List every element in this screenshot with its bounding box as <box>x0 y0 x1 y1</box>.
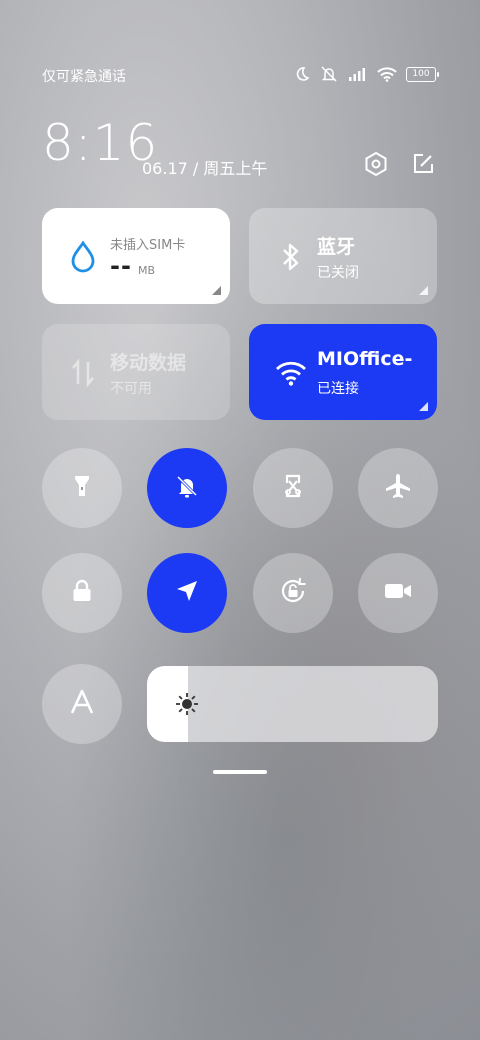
wifi-status-icon <box>377 66 397 82</box>
mobile-data-icon <box>68 356 98 390</box>
video-camera-icon <box>382 576 414 610</box>
bluetooth-status: 已关闭 <box>317 265 359 281</box>
screen-recorder-toggle[interactable] <box>358 553 438 633</box>
wifi-status: 已连接 <box>317 381 359 397</box>
mute-toggle[interactable] <box>147 448 227 528</box>
bluetooth-title: 蓝牙 <box>317 236 356 258</box>
water-drop-icon <box>68 240 98 274</box>
data-usage-unit: MB <box>138 264 156 277</box>
signal-icon <box>348 67 368 81</box>
carrier-text: 仅可紧急通话 <box>42 69 126 85</box>
data-usage-tile[interactable]: 未插入SIM卡 -- MB <box>42 208 230 304</box>
panel-handle[interactable] <box>213 770 267 774</box>
battery-icon: 100 <box>406 66 439 82</box>
auto-brightness-toggle[interactable] <box>42 664 122 744</box>
wifi-tile[interactable]: MIOffice- 已连接 <box>249 324 437 420</box>
status-bar: 仅可紧急通话 100 <box>0 62 480 90</box>
airplane-icon <box>383 471 413 505</box>
lock-screen-toggle[interactable] <box>42 553 122 633</box>
expand-corner-icon <box>212 286 221 295</box>
mobile-data-status: 不可用 <box>110 381 152 397</box>
status-icons: 100 <box>294 66 439 82</box>
wifi-icon <box>275 356 306 390</box>
airplane-mode-toggle[interactable] <box>358 448 438 528</box>
edit-icon[interactable] <box>409 150 437 178</box>
bluetooth-tile[interactable]: 蓝牙 已关闭 <box>249 208 437 304</box>
location-arrow-icon <box>172 576 202 610</box>
expand-corner-icon <box>419 402 428 411</box>
mobile-data-title: 移动数据 <box>110 352 187 374</box>
brightness-slider[interactable] <box>147 666 438 742</box>
flashlight-icon <box>67 471 97 505</box>
settings-icon[interactable] <box>362 150 390 178</box>
bell-off-icon <box>172 471 202 505</box>
sim-status-label: 未插入SIM卡 <box>110 238 186 253</box>
sun-icon <box>175 692 199 716</box>
wifi-ssid: MIOffice- <box>317 348 413 370</box>
rotation-lock-icon <box>276 574 310 612</box>
expand-corner-icon <box>419 286 428 295</box>
bluetooth-icon <box>275 240 305 274</box>
moon-icon <box>294 66 310 82</box>
lock-icon <box>67 576 97 610</box>
date: 06.17 / 周五上午 <box>142 159 268 178</box>
mobile-data-tile[interactable]: 移动数据 不可用 <box>42 324 230 420</box>
clock: 8:16 <box>42 114 159 172</box>
screenshot-scissors-icon <box>278 471 308 505</box>
mute-vibrate-icon <box>319 66 339 82</box>
rotation-lock-toggle[interactable] <box>253 553 333 633</box>
location-toggle[interactable] <box>147 553 227 633</box>
flashlight-toggle[interactable] <box>42 448 122 528</box>
data-usage-value: -- <box>110 252 132 280</box>
font-a-icon <box>67 687 97 721</box>
screenshot-toggle[interactable] <box>253 448 333 528</box>
